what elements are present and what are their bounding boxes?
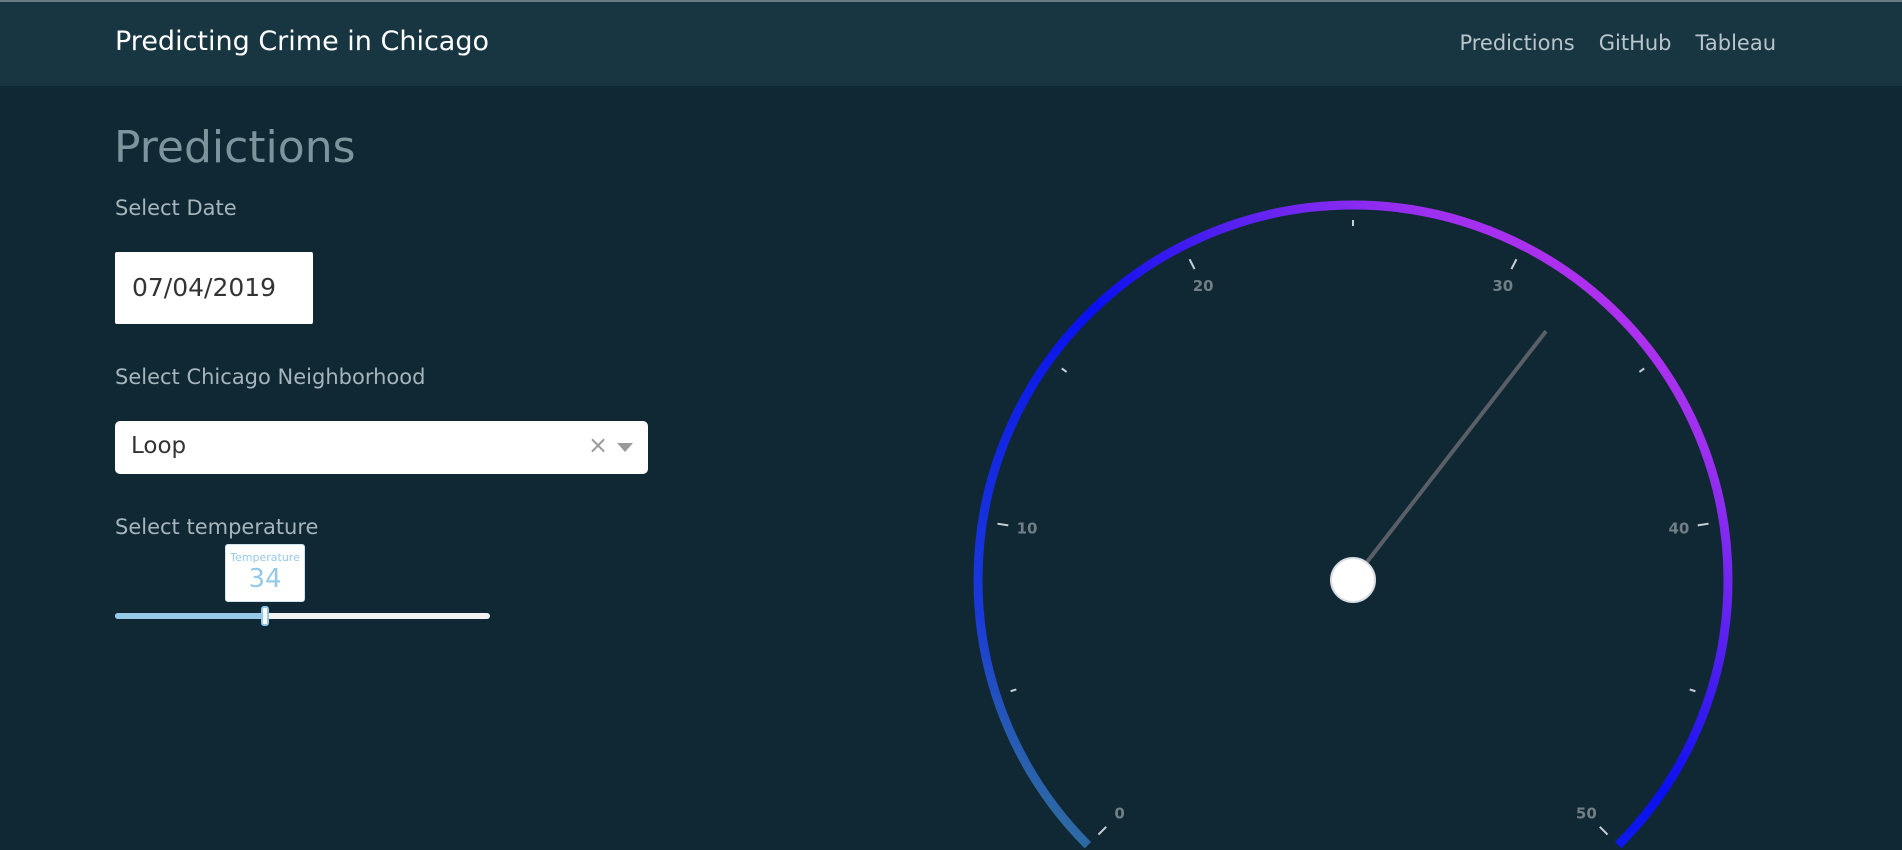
gauge-tick-label: 20	[1193, 277, 1214, 295]
gauge-tick	[1697, 522, 1709, 527]
gauge-tick-label: 10	[1017, 519, 1038, 537]
gauge-tick	[1689, 688, 1696, 693]
gauge-tick-label: 0	[1114, 804, 1124, 822]
gauge-chart: 0 10 20 30 40 50	[973, 200, 1733, 849]
gauge-tick	[1599, 826, 1609, 836]
gauge-tick	[1188, 258, 1196, 270]
gauge-tick	[997, 522, 1009, 527]
gauge-hub	[1330, 557, 1376, 603]
gauge-arc	[973, 200, 1733, 849]
gauge-tick-label: 30	[1492, 277, 1513, 295]
gauge-needle	[1351, 329, 1548, 582]
gauge-tick	[1638, 367, 1645, 373]
gauge-tick	[1061, 367, 1068, 373]
gauge-tick-label: 50	[1576, 804, 1597, 822]
gauge-tick	[1510, 258, 1518, 270]
gauge-tick	[1097, 826, 1107, 836]
gauge-tick-label: 40	[1668, 519, 1689, 537]
gauge-tick	[1010, 688, 1017, 693]
